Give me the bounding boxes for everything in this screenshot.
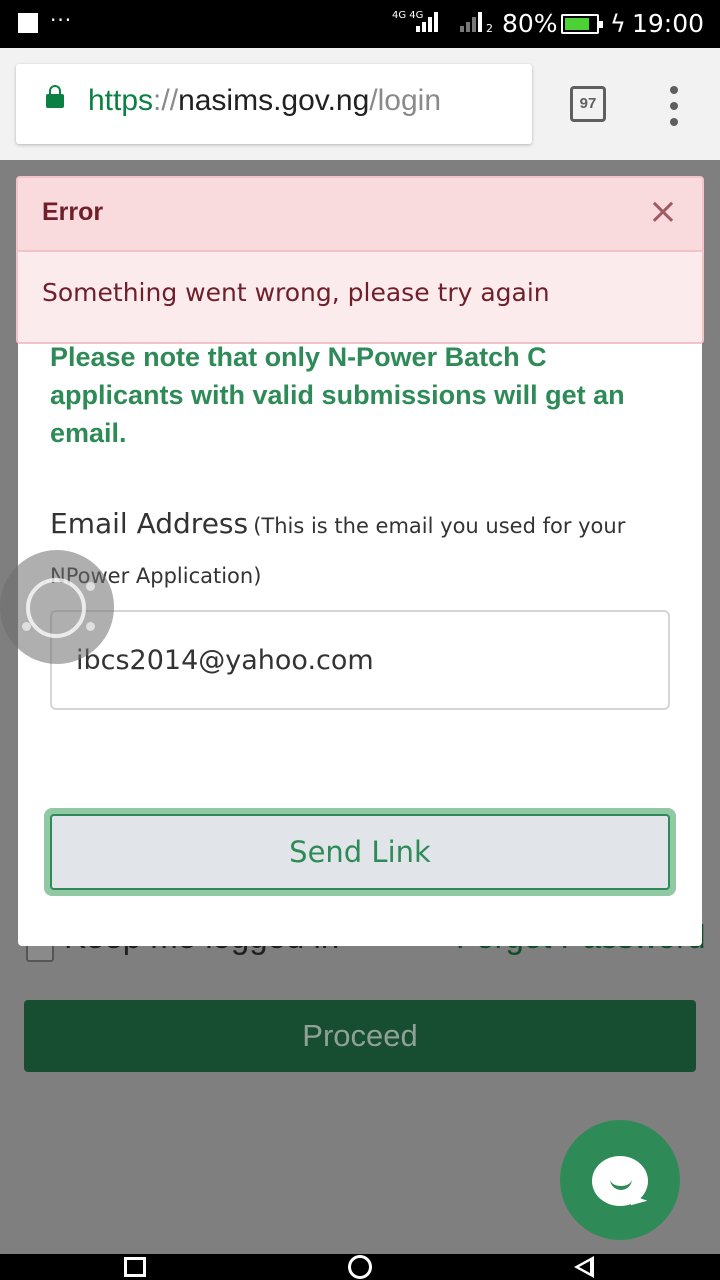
assistive-dot: [22, 622, 31, 631]
browser-toolbar: https://nasims.gov.ng/login 97: [0, 48, 720, 160]
email-label: Email Address (This is the email you use…: [50, 507, 626, 588]
recent-apps-icon[interactable]: [124, 1257, 146, 1277]
battery-icon: [561, 14, 603, 34]
overflow-menu-icon[interactable]: [664, 86, 684, 126]
chat-bubble-tail: [630, 1195, 648, 1211]
proceed-button[interactable]: Proceed: [24, 1000, 696, 1072]
clock: 19:00: [632, 9, 705, 38]
more-notifications-icon: ···: [50, 8, 73, 32]
alert-message: Something went wrong, please try again: [42, 278, 550, 307]
signal-icon: [416, 12, 438, 32]
assistive-ring-icon: [26, 578, 86, 638]
back-icon[interactable]: [574, 1256, 594, 1278]
assistive-dot: [86, 582, 95, 591]
email-input[interactable]: [50, 610, 670, 710]
home-icon[interactable]: [348, 1255, 372, 1279]
charging-icon: ϟ: [610, 10, 626, 38]
alert-title: Error: [42, 198, 104, 226]
batch-notice: Please note that only N-Power Batch C ap…: [50, 342, 625, 448]
assistive-dot: [86, 622, 95, 631]
assistive-touch-button[interactable]: [0, 550, 114, 664]
error-alert: Error × Something went wrong, please try…: [16, 176, 704, 344]
alert-header: Error ×: [18, 178, 702, 252]
tab-switcher-button[interactable]: 97: [570, 86, 606, 122]
status-bar: ··· 4G 4G 2 80% ϟ 19:00: [0, 0, 720, 48]
close-icon[interactable]: ×: [648, 192, 678, 232]
sim-slot: 2: [486, 22, 493, 35]
notification-icon: [18, 13, 38, 33]
send-link-button[interactable]: Send Link: [50, 814, 670, 890]
signal-sim2-icon: [460, 12, 482, 32]
navigation-bar: [0, 1254, 720, 1280]
url-text[interactable]: https://nasims.gov.ng/login: [88, 84, 441, 118]
battery-percent: 80%: [502, 9, 558, 38]
send-link-focus-ring: Send Link: [44, 808, 676, 896]
lock-icon: [46, 85, 64, 108]
address-bar[interactable]: https://nasims.gov.ng/login: [16, 64, 532, 144]
chat-button[interactable]: [560, 1120, 680, 1240]
